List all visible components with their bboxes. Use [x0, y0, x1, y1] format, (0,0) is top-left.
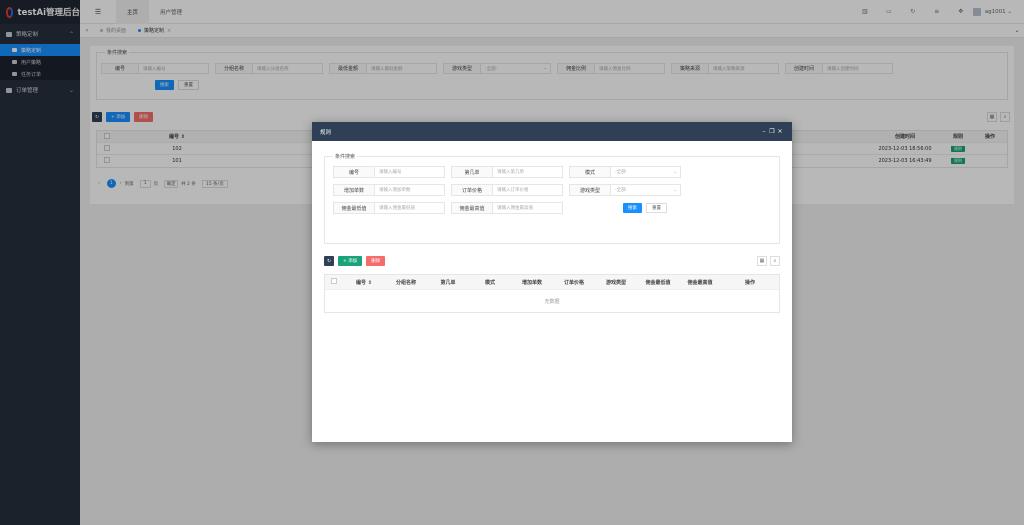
- select-value: -全部-: [615, 170, 628, 175]
- modal-select-mode[interactable]: -全部- ⌄: [611, 166, 681, 178]
- rule-modal: 规则 – ❐ × 条件搜索 编号 请输入编号 第几单 请输入第几单 模式 -全部…: [312, 122, 792, 442]
- rule-table: 编号 ⇕ 分组名称 第几单 模式 增加单数 订单价格 游戏类型 佣金最低值 佣金…: [324, 274, 780, 313]
- filter-label: 增加单数: [333, 184, 375, 196]
- modal-toolbar-right: ▦ ⌕: [754, 256, 780, 266]
- select-all-checkbox[interactable]: [331, 278, 337, 284]
- modal-toolbar: ↻ + 添加 删除: [324, 256, 389, 266]
- modal-input-add-count[interactable]: 请输入增加单数: [375, 184, 445, 196]
- filter-label: 编号: [333, 166, 375, 178]
- filter-label: 订单价格: [451, 184, 493, 196]
- chevron-down-icon: ⌄: [673, 187, 677, 193]
- modal-input-order-index[interactable]: 请输入第几单: [493, 166, 563, 178]
- filter-label: 佣金最低值: [333, 202, 375, 214]
- modal-reset-button[interactable]: 重置: [646, 203, 667, 213]
- modal-filter-row: 编号 请输入编号 第几单 请输入第几单 模式 -全部- ⌄: [333, 166, 687, 178]
- column-label: 编号: [356, 279, 367, 286]
- modal-input-order-price[interactable]: 请输入订单价格: [493, 184, 563, 196]
- col-group-name: 分组名称: [395, 279, 416, 286]
- filter-label: 第几单: [451, 166, 493, 178]
- modal-input-min-commission[interactable]: 请输入佣金最低值: [375, 202, 445, 214]
- select-all-cell: [325, 278, 343, 286]
- fieldset-legend: 条件搜索: [333, 153, 358, 160]
- modal-search-button[interactable]: 搜索: [623, 203, 642, 213]
- col-max-commission: 佣金最高值: [687, 279, 713, 286]
- col-order-price: 订单价格: [563, 279, 584, 286]
- maximize-icon[interactable]: ❐: [768, 128, 776, 135]
- modal-controls: – ❐ ×: [760, 128, 784, 135]
- filter-label: 模式: [569, 166, 611, 178]
- search-icon[interactable]: ⌕: [770, 256, 780, 266]
- modal-filter-row: 增加单数 请输入增加单数 订单价格 请输入订单价格 游戏类型 -全部- ⌄: [333, 184, 687, 196]
- col-actions: 操作: [744, 279, 755, 286]
- filter-label: 佣金最高值: [451, 202, 493, 214]
- col-add-count: 增加单数: [521, 279, 542, 286]
- modal-filter-row: 佣金最低值 请输入佣金最低值 佣金最高值 请输入佣金最高值: [333, 202, 569, 214]
- modal-filter-buttons: 搜索 重置: [623, 203, 671, 213]
- modal-header: 规则 – ❐ ×: [312, 122, 792, 141]
- col-min-commission: 佣金最低值: [645, 279, 671, 286]
- sort-icon: ⇕: [367, 279, 372, 286]
- modal-title: 规则: [320, 129, 332, 136]
- select-value: -全部-: [615, 188, 628, 193]
- modal-delete-button[interactable]: 删除: [366, 256, 386, 266]
- col-game-type: 游戏类型: [605, 279, 626, 286]
- filter-label: 游戏类型: [569, 184, 611, 196]
- table-header-row: 编号 ⇕ 分组名称 第几单 模式 增加单数 订单价格 游戏类型 佣金最低值 佣金…: [325, 275, 779, 290]
- col-order-index: 第几单: [440, 279, 456, 286]
- refresh-icon: ↻: [327, 258, 331, 264]
- modal-input-id[interactable]: 请输入编号: [375, 166, 445, 178]
- modal-search-fieldset: 条件搜索 编号 请输入编号 第几单 请输入第几单 模式 -全部- ⌄ 增加单数 请…: [324, 153, 780, 244]
- close-icon[interactable]: ×: [776, 128, 784, 135]
- columns-icon[interactable]: ▦: [757, 256, 767, 266]
- minimize-icon[interactable]: –: [760, 128, 768, 135]
- modal-input-max-commission[interactable]: 请输入佣金最高值: [493, 202, 563, 214]
- empty-state: 无数据: [544, 298, 560, 305]
- modal-add-button[interactable]: + 添加: [338, 256, 363, 266]
- chevron-down-icon: ⌄: [673, 169, 677, 175]
- col-id[interactable]: 编号 ⇕: [343, 279, 385, 286]
- modal-refresh-button[interactable]: ↻: [324, 256, 334, 266]
- col-mode: 模式: [484, 279, 495, 286]
- modal-select-game-type[interactable]: -全部- ⌄: [611, 184, 681, 196]
